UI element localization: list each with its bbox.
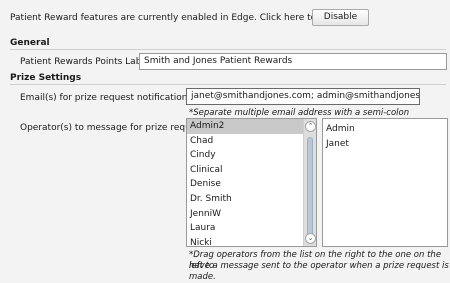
list-item[interactable]: Denise <box>187 177 303 192</box>
prize-settings-heading: Prize Settings <box>10 73 82 83</box>
list-item[interactable]: Janet <box>323 137 447 152</box>
list-item[interactable]: Clinical <box>187 163 303 178</box>
edge-status-text: Patient Reward features are currently en… <box>10 13 355 23</box>
general-divider <box>10 49 446 50</box>
available-operators-list[interactable]: Admin2 Chad Cindy Clinical Denise Dr. Sm… <box>186 118 317 247</box>
scroll-up-icon[interactable]: ⌃ <box>305 121 316 132</box>
list-scrollbar[interactable]: ⌃ ⌄ <box>303 119 316 246</box>
list-item[interactable]: Cindy <box>187 148 303 163</box>
email-input[interactable]: janet@smithandjones.com; admin@smithandj… <box>186 88 420 105</box>
general-heading: General <box>10 38 50 48</box>
available-operators-items: Admin2 Chad Cindy Clinical Denise Dr. Sm… <box>187 119 316 246</box>
disable-button[interactable]: Disable <box>312 9 369 26</box>
email-label: Email(s) for prize request notifications… <box>20 93 196 103</box>
drag-hint-line2: have a message sent to the operator when… <box>189 261 449 282</box>
scroll-down-icon[interactable]: ⌄ <box>305 233 316 244</box>
scrollbar-thumb[interactable] <box>307 137 313 237</box>
list-item[interactable]: Chad <box>187 134 303 149</box>
list-item[interactable]: Nicki <box>187 236 303 246</box>
list-item[interactable]: Dr. Smith <box>187 192 303 207</box>
list-item[interactable]: Laura <box>187 221 303 236</box>
list-item[interactable]: Admin2 <box>187 119 303 134</box>
list-item[interactable]: Admin <box>323 122 447 137</box>
list-item[interactable]: JenniW <box>187 207 303 222</box>
operator-label: Operator(s) to message for prize request… <box>20 123 213 133</box>
prize-divider <box>10 84 446 85</box>
selected-operators-list[interactable]: Admin Janet <box>322 118 448 247</box>
points-label-input[interactable]: Smith and Jones Patient Rewards <box>139 53 447 70</box>
points-label: Patient Rewards Points Label: <box>20 57 153 67</box>
